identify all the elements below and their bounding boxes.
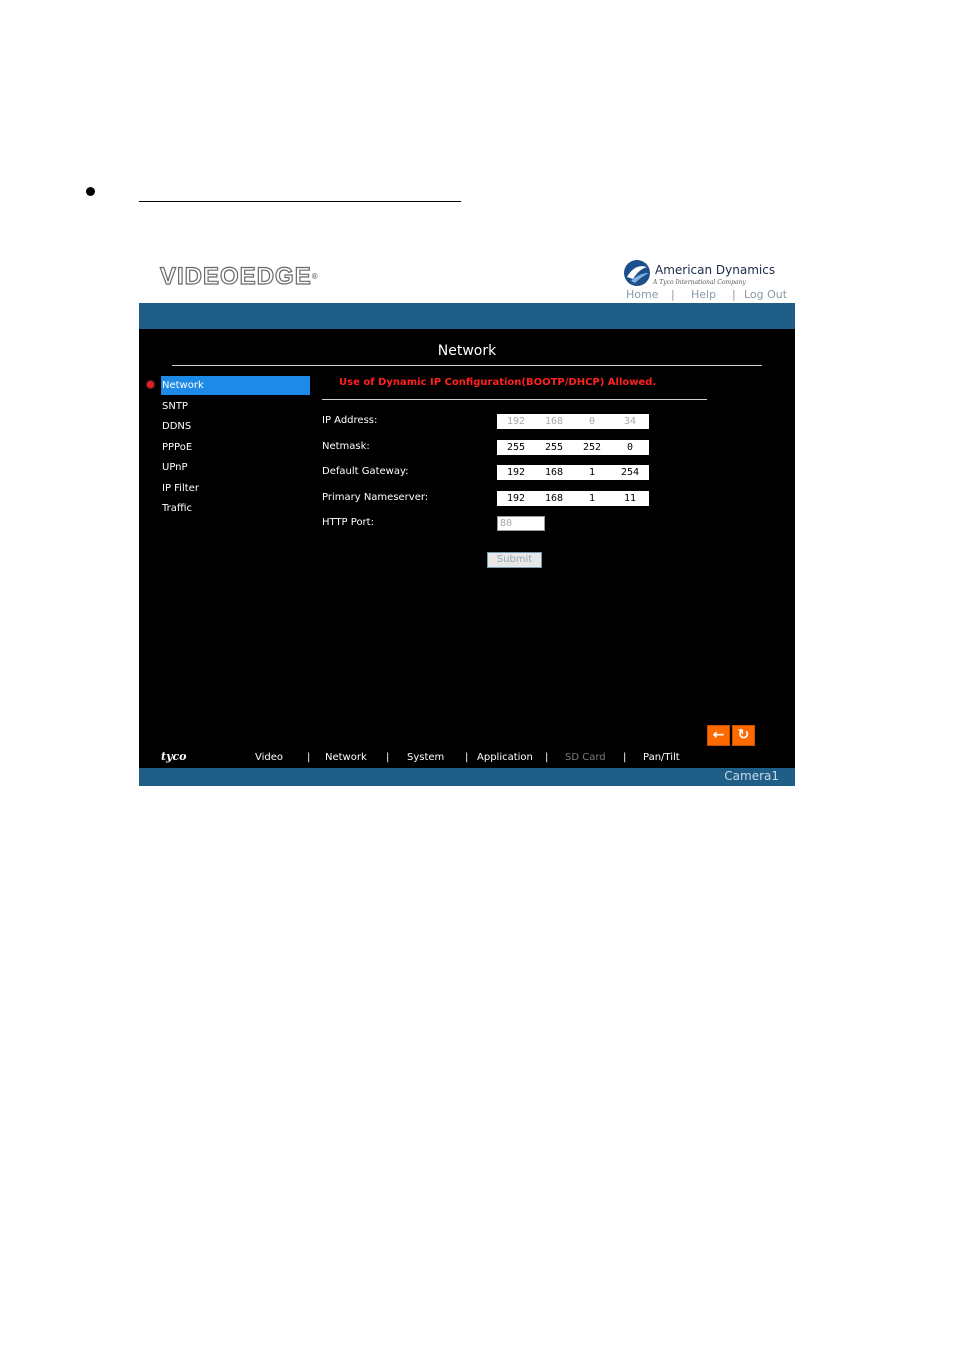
company-name: American Dynamics [655,263,776,277]
title-divider [172,365,762,366]
nameserver-field[interactable]: 192 168 1 11 [497,491,649,506]
bottom-status-bar: Camera1 [139,768,795,786]
active-indicator-icon [147,381,154,388]
footer-nav-pan-tilt[interactable]: Pan/Tilt [643,752,680,763]
company-tagline: A Tyco International Company [653,279,746,286]
back-arrow-icon[interactable]: ← [707,725,730,746]
nameserver-label: Primary Nameserver: [322,492,429,503]
footer-nav-application[interactable]: Application [477,752,533,763]
american-dynamics-logo-icon [624,260,650,286]
dhcp-notice: Use of Dynamic IP Configuration(BOOTP/DH… [339,377,657,388]
sidebar-item-network[interactable]: Network [161,376,310,395]
footer-separator: | [545,752,549,763]
sidebar-item-sntp[interactable]: SNTP [161,397,310,416]
gateway-field[interactable]: 192 168 1 254 [497,465,649,480]
ip-address-field: 192 168 0 34 [497,414,649,429]
help-link[interactable]: Help [691,288,716,301]
submit-button[interactable]: Submit [487,552,542,568]
footer-nav-video[interactable]: Video [255,752,283,763]
sidebar-item-ip-filter[interactable]: IP Filter [161,479,310,498]
gateway-label: Default Gateway: [322,466,409,477]
bullet-point [86,187,95,196]
tyco-logo: tyco [161,750,187,763]
footer-nav-system[interactable]: System [407,752,444,763]
sidebar-item-upnp[interactable]: UPnP [161,458,310,477]
footer-separator: | [307,752,311,763]
top-link-separator: | [732,288,736,301]
sidebar-item-ddns[interactable]: DDNS [161,417,310,436]
camera-web-ui: Network Network SNTP DDNS PPPoE UPnP IP … [139,303,795,786]
footer-nav-sd-card: SD Card [565,752,606,763]
netmask-field[interactable]: 255 255 252 0 [497,440,649,455]
videoedge-logo: VIDEOEDGE® [159,262,319,290]
footer-nav-network[interactable]: Network [325,752,367,763]
footer-separator: | [386,752,390,763]
footer-separator: | [465,752,469,763]
sidebar-item-traffic[interactable]: Traffic [161,499,310,518]
refresh-icon[interactable]: ↻ [732,725,755,746]
http-port-label: HTTP Port: [322,517,374,528]
sidebar-item-pppoe[interactable]: PPPoE [161,438,310,457]
underline-rule [139,201,461,202]
netmask-label: Netmask: [322,441,370,452]
logout-link[interactable]: Log Out [744,288,787,301]
form-divider [322,399,707,400]
camera-name: Camera1 [724,769,779,783]
top-bar [139,303,795,329]
http-port-field: 80 [497,516,545,531]
ip-address-label: IP Address: [322,415,378,426]
top-link-separator: | [671,288,675,301]
page-title: Network [437,343,497,359]
footer-separator: | [623,752,627,763]
home-link[interactable]: Home [626,288,658,301]
